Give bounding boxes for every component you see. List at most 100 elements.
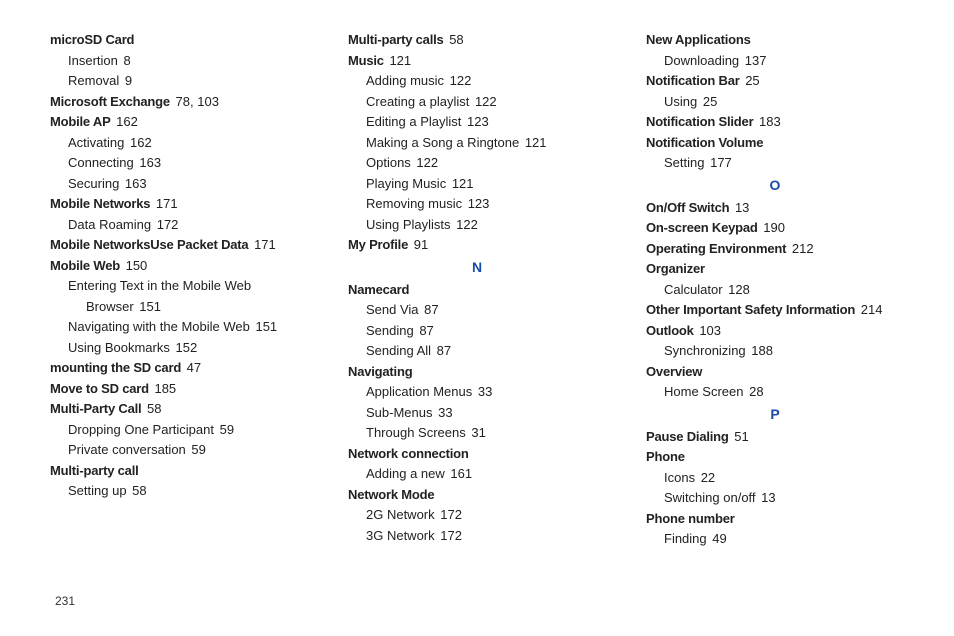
index-entry: Securing 163 bbox=[50, 174, 308, 194]
index-entry: Mobile NetworksUse Packet Data 171 bbox=[50, 235, 308, 255]
index-entry: Removing music 123 bbox=[348, 194, 606, 214]
index-entry-page: 172 bbox=[153, 217, 178, 232]
index-entry-text: Notification Volume bbox=[646, 135, 763, 150]
index-entry-page: 22 bbox=[697, 470, 715, 485]
index-column-3: New Applications Downloading 137 Notificat… bbox=[646, 30, 904, 590]
index-entry-text: Making a Song a Ringtone bbox=[366, 135, 519, 150]
index-entry: Dropping One Participant 59 bbox=[50, 420, 308, 440]
index-entry-page: 87 bbox=[421, 302, 439, 317]
index-entry-page: 49 bbox=[709, 531, 727, 546]
index-entry-text: Through Screens bbox=[366, 425, 466, 440]
index-entry-text: Application Menus bbox=[366, 384, 472, 399]
index-entry-page: 172 bbox=[437, 507, 462, 522]
index-entry-text: Sub-Menus bbox=[366, 405, 432, 420]
index-entry-text: Navigating bbox=[348, 364, 412, 379]
index-entry-text: Dropping One Participant bbox=[68, 422, 214, 437]
index-entry-text: Multi-Party Call bbox=[50, 401, 141, 416]
index-entry-text: Sending All bbox=[366, 343, 431, 358]
index-entry-text: Calculator bbox=[664, 282, 723, 297]
index-entry-text: 3G Network bbox=[366, 528, 435, 543]
index-entry-text: Namecard bbox=[348, 282, 409, 297]
index-entry-text: Editing a Playlist bbox=[366, 114, 461, 129]
index-entry: Send Via 87 bbox=[348, 300, 606, 320]
page-number: 231 bbox=[55, 594, 75, 608]
index-entry-text: 2G Network bbox=[366, 507, 435, 522]
index-entry-text: Navigating with the Mobile Web bbox=[68, 319, 250, 334]
index-entry: Notification Volume bbox=[646, 133, 904, 153]
index-entry-page: 13 bbox=[731, 200, 749, 215]
index-entry: Network Mode bbox=[348, 485, 606, 505]
index-entry-text: On/Off Switch bbox=[646, 200, 729, 215]
index-entry-text: Home Screen bbox=[664, 384, 743, 399]
index-entry-page: 87 bbox=[433, 343, 451, 358]
index-entry-text: Options bbox=[366, 155, 411, 170]
index-entry-text: Setting bbox=[664, 155, 704, 170]
index-entry: Notification Slider 183 bbox=[646, 112, 904, 132]
index-entry-page: 25 bbox=[742, 73, 760, 88]
index-entry-page: 171 bbox=[250, 237, 275, 252]
index-entry-text: Downloading bbox=[664, 53, 739, 68]
index-entry-text: Playing Music bbox=[366, 176, 446, 191]
index-entry-page: 162 bbox=[126, 135, 151, 150]
section-letter: O bbox=[646, 175, 904, 196]
index-entry-text: Using bbox=[664, 94, 697, 109]
index-entry-text: Network connection bbox=[348, 446, 469, 461]
index-entry-page: 123 bbox=[463, 114, 488, 129]
index-entry: Other Important Safety Information 214 bbox=[646, 300, 904, 320]
index-entry-page: 59 bbox=[216, 422, 234, 437]
index-entry-page: 25 bbox=[699, 94, 717, 109]
index-entry: Sending 87 bbox=[348, 321, 606, 341]
index-entry: Navigating with the Mobile Web 151 bbox=[50, 317, 308, 337]
index-entry: Activating 162 bbox=[50, 133, 308, 153]
index-entry-page: 28 bbox=[745, 384, 763, 399]
index-entry: mounting the SD card 47 bbox=[50, 358, 308, 378]
index-entry: Overview bbox=[646, 362, 904, 382]
index-entry-text: Finding bbox=[664, 531, 707, 546]
index-entry: Downloading 137 bbox=[646, 51, 904, 71]
index-entry-page: 171 bbox=[152, 196, 177, 211]
index-entry-page: 87 bbox=[416, 323, 434, 338]
index-entry-text: microSD Card bbox=[50, 32, 134, 47]
index-entry-page: 212 bbox=[788, 241, 813, 256]
index-page: microSD CardInsertion 8Removal 9Microsof… bbox=[0, 0, 954, 590]
index-entry: Data Roaming 172 bbox=[50, 215, 308, 235]
index-entry-text: Multi-party calls bbox=[348, 32, 444, 47]
index-entry-text: Adding a new bbox=[366, 466, 445, 481]
index-entry-page: 91 bbox=[410, 237, 428, 252]
index-entry-text: New Applications bbox=[646, 32, 751, 47]
index-entry: Using Bookmarks 152 bbox=[50, 338, 308, 358]
index-entry: Network connection bbox=[348, 444, 606, 464]
index-entry: Sub-Menus 33 bbox=[348, 403, 606, 423]
index-entry: Music 121 bbox=[348, 51, 606, 71]
index-entry-page: 58 bbox=[129, 483, 147, 498]
index-entry: Removal 9 bbox=[50, 71, 308, 91]
index-entry-page: 121 bbox=[521, 135, 546, 150]
index-entry: On/Off Switch 13 bbox=[646, 198, 904, 218]
index-entry: Browser 151 bbox=[50, 297, 308, 317]
index-entry: Outlook 103 bbox=[646, 321, 904, 341]
index-entry-text: Organizer bbox=[646, 261, 705, 276]
index-entry: Adding music 122 bbox=[348, 71, 606, 91]
index-entry-text: Multi-party call bbox=[50, 463, 139, 478]
index-entry: 2G Network 172 bbox=[348, 505, 606, 525]
index-entry-page: 183 bbox=[755, 114, 780, 129]
index-entry: Phone bbox=[646, 447, 904, 467]
section-letter: P bbox=[646, 404, 904, 425]
index-entry-text: Using Playlists bbox=[366, 217, 451, 232]
index-entry: Pause Dialing 51 bbox=[646, 427, 904, 447]
index-entry: Multi-Party Call 58 bbox=[50, 399, 308, 419]
index-entry-page: 121 bbox=[386, 53, 411, 68]
index-entry-page: 185 bbox=[151, 381, 176, 396]
index-entry-text: Network Mode bbox=[348, 487, 434, 502]
index-entry-text: Synchronizing bbox=[664, 343, 746, 358]
index-entry-text: Activating bbox=[68, 135, 124, 150]
index-entry-text: Send Via bbox=[366, 302, 419, 317]
index-entry-page: 121 bbox=[448, 176, 473, 191]
index-column-1: microSD CardInsertion 8Removal 9Microsof… bbox=[50, 30, 308, 590]
index-entry: Application Menus 33 bbox=[348, 382, 606, 402]
index-entry: Connecting 163 bbox=[50, 153, 308, 173]
index-entry: Through Screens 31 bbox=[348, 423, 606, 443]
index-entry-page: 122 bbox=[446, 73, 471, 88]
index-entry-text: Operating Environment bbox=[646, 241, 786, 256]
index-entry-page: 58 bbox=[446, 32, 464, 47]
